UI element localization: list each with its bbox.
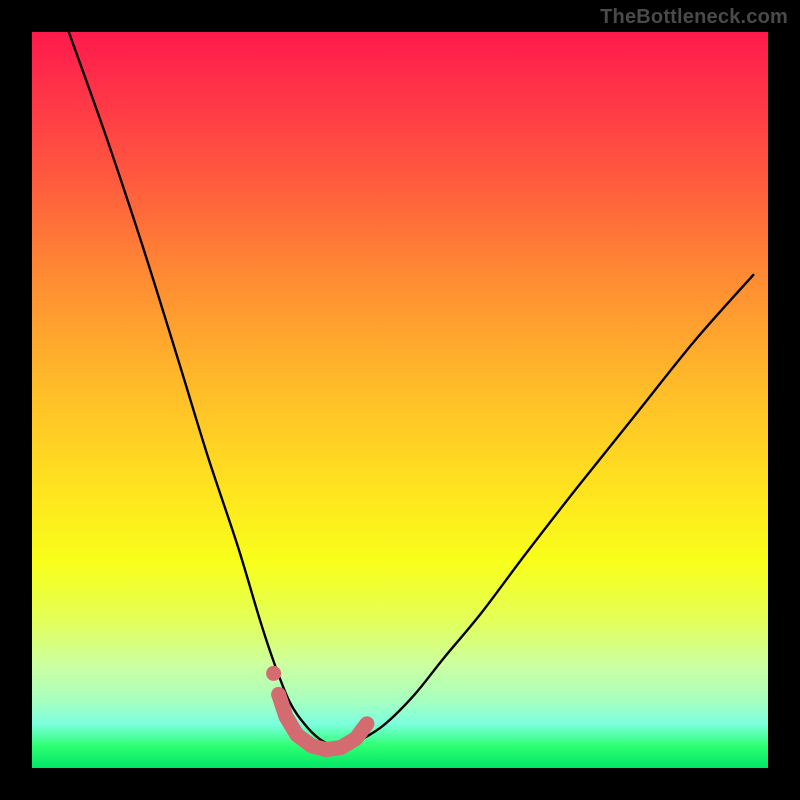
highlight-dot	[266, 666, 281, 681]
curve-layer	[32, 32, 768, 768]
watermark-text: TheBottleneck.com	[600, 6, 788, 29]
plot-area	[32, 32, 768, 768]
chart-frame: TheBottleneck.com	[0, 0, 800, 800]
highlight-stroke	[279, 694, 367, 749]
bottleneck-curve	[69, 32, 754, 747]
